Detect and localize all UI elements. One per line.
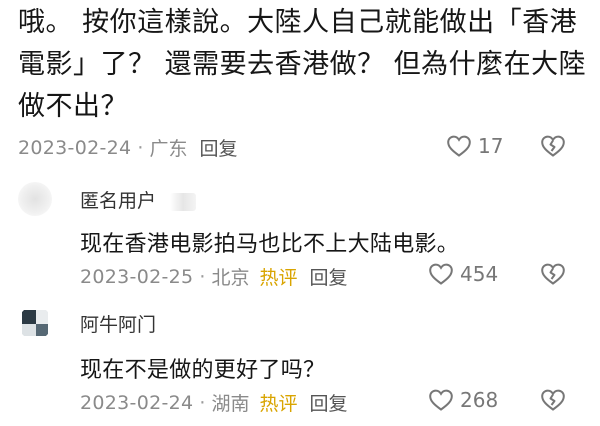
comment-date: 2023-02-24 bbox=[80, 391, 194, 414]
broken-heart-icon bbox=[541, 135, 565, 157]
like-count: 268 bbox=[460, 388, 499, 412]
reply-meta: 2023-02-25 · 北京 热评 回复 bbox=[80, 263, 348, 290]
reply-button[interactable]: 回复 bbox=[199, 134, 237, 161]
hot-comment-badge: 热评 bbox=[259, 393, 298, 415]
comment-location: 北京 bbox=[211, 267, 250, 289]
main-comment: 哦。 按你這樣說。大陸人自己就能做出「香港電影」了？ 還需要去香港做？ 但為什麼… bbox=[18, 0, 588, 128]
avatar[interactable] bbox=[18, 306, 52, 340]
heart-icon bbox=[447, 135, 471, 157]
broken-heart-icon bbox=[541, 389, 565, 411]
like-button[interactable]: 454 bbox=[428, 262, 498, 286]
comment-date: 2023-02-25 bbox=[80, 265, 194, 288]
heart-icon bbox=[429, 389, 453, 411]
like-count: 454 bbox=[460, 262, 499, 286]
username[interactable]: 阿牛阿门 bbox=[80, 310, 156, 337]
reply-button[interactable]: 回复 bbox=[310, 263, 348, 290]
meta-separator: · bbox=[137, 136, 144, 159]
like-count: 17 bbox=[478, 134, 504, 158]
like-button[interactable]: 268 bbox=[428, 388, 498, 412]
username[interactable]: 匿名用户 bbox=[80, 186, 197, 213]
dislike-button[interactable] bbox=[540, 388, 566, 412]
meta-separator: · bbox=[199, 265, 206, 288]
dislike-button[interactable] bbox=[540, 262, 566, 286]
reply-text: 现在香港电影拍马也比不上大陆电影。 bbox=[80, 232, 460, 257]
meta-separator: · bbox=[199, 391, 206, 414]
comment-location: 广东 bbox=[149, 138, 188, 160]
broken-heart-icon bbox=[541, 263, 565, 285]
main-comment-meta: 2023-02-24 · 广东 回复 bbox=[18, 134, 238, 161]
user-badge bbox=[170, 192, 197, 211]
hot-comment-badge: 热评 bbox=[259, 267, 298, 289]
reply-text: 现在不是做的更好了吗？ bbox=[80, 358, 326, 383]
reply-meta: 2023-02-24 · 湖南 热评 回复 bbox=[80, 389, 348, 416]
avatar[interactable] bbox=[18, 182, 52, 216]
reply-button[interactable]: 回复 bbox=[310, 389, 348, 416]
heart-icon bbox=[429, 263, 453, 285]
comment-date: 2023-02-24 bbox=[18, 136, 132, 159]
like-button[interactable]: 17 bbox=[446, 134, 503, 158]
main-comment-text: 哦。 按你這樣說。大陸人自己就能做出「香港電影」了？ 還需要去香港做？ 但為什麼… bbox=[18, 7, 587, 122]
comment-location: 湖南 bbox=[211, 393, 250, 415]
dislike-button[interactable] bbox=[540, 134, 566, 158]
